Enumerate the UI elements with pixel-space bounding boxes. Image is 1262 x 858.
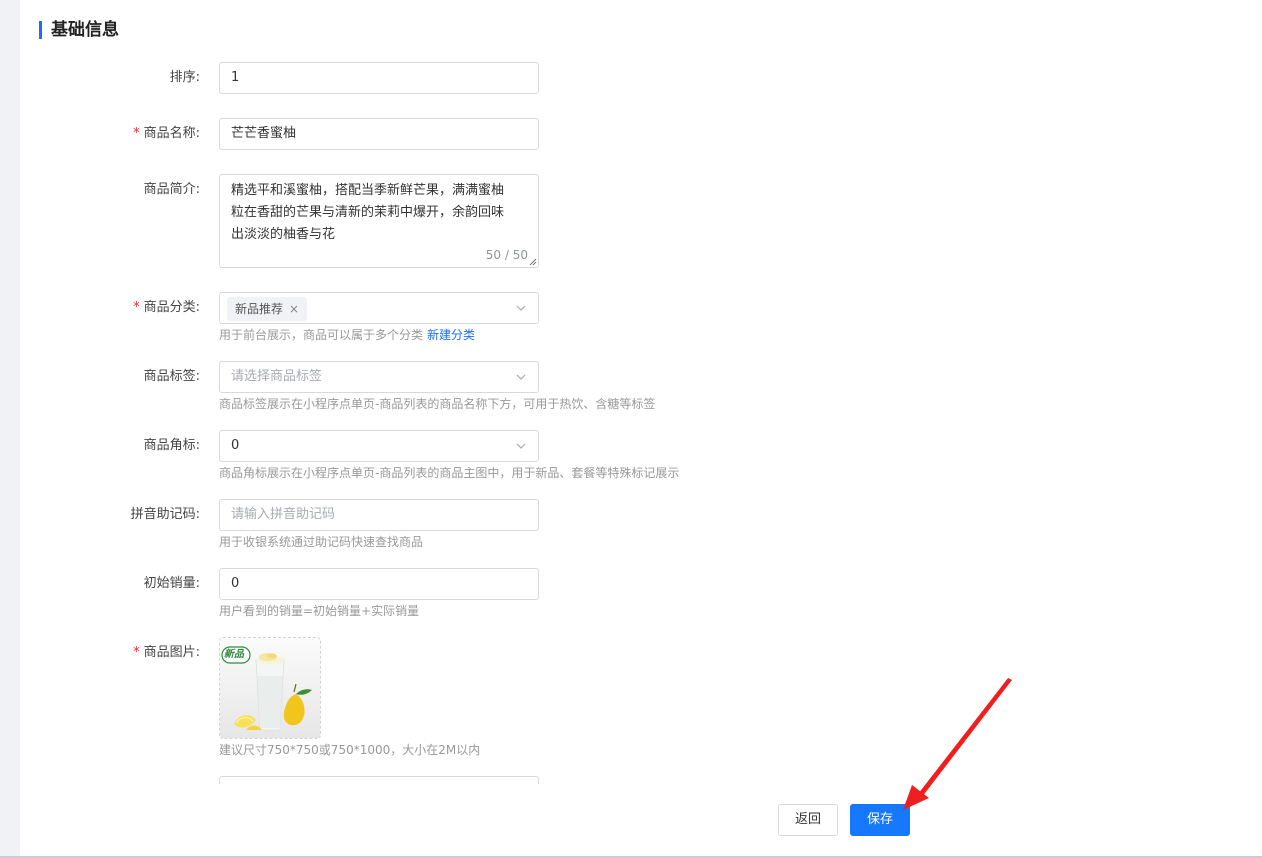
category-tag: 新品推荐 × [227, 297, 308, 321]
section-accent-bar [39, 21, 42, 39]
form-panel [20, 0, 1262, 856]
corner-hint: 商品角标展示在小程序点单页-商品列表的商品主图中，用于新品、套餐等特殊标记展示 [219, 466, 680, 480]
intro-textarea[interactable]: 精选平和溪蜜柚，搭配当季新鲜芒果，满满蜜柚 粒在香甜的芒果与清新的茉莉中爆开，余… [219, 174, 539, 268]
name-label: * 商品名称: [133, 126, 200, 141]
chevron-down-icon [516, 443, 526, 449]
section-title: 基础信息 [51, 20, 119, 40]
category-label: * 商品分类: [133, 300, 200, 315]
image-label: * 商品图片: [133, 645, 200, 660]
initial-sales-hint: 用户看到的销量=初始销量+实际销量 [219, 604, 420, 618]
corner-select[interactable]: 0 [219, 430, 539, 462]
tags-select[interactable]: 请选择商品标签 [219, 361, 539, 393]
image-hint: 建议尺寸750*750或750*1000，大小在2M以内 [219, 743, 481, 757]
tags-label: 商品标签: [143, 369, 200, 384]
pinyin-input[interactable]: 请输入拼音助记码 [219, 499, 539, 531]
category-select[interactable]: 新品推荐 × [219, 292, 539, 324]
name-input[interactable]: 芒芒香蜜柚 [219, 118, 539, 150]
category-hint: 用于前台展示，商品可以属于多个分类 新建分类 [219, 328, 476, 342]
intro-counter: 50 / 50 [485, 248, 528, 262]
chevron-down-icon [516, 374, 526, 380]
save-button[interactable]: 保存 [850, 804, 910, 836]
pinyin-label: 拼音助记码: [130, 507, 200, 522]
new-category-link[interactable]: 新建分类 [427, 328, 475, 342]
chevron-down-icon [516, 305, 526, 311]
corner-label: 商品角标: [143, 438, 200, 453]
tags-hint: 商品标签展示在小程序点单页-商品列表的商品名称下方，可用于热饮、含糖等标签 [219, 397, 656, 411]
next-field-input[interactable] [219, 776, 539, 784]
resize-handle-icon[interactable] [529, 258, 537, 266]
initial-sales-label: 初始销量: [143, 576, 200, 591]
sort-label: 排序: [169, 70, 200, 85]
sort-input[interactable]: 1 [219, 62, 539, 94]
intro-text: 精选平和溪蜜柚，搭配当季新鲜芒果，满满蜜柚 粒在香甜的芒果与清新的茉莉中爆开，余… [231, 183, 505, 242]
back-button[interactable]: 返回 [778, 804, 838, 836]
initial-sales-input[interactable]: 0 [219, 568, 539, 600]
image-upload[interactable]: 新品 [219, 637, 321, 739]
pinyin-hint: 用于收银系统通过助记码快速查找商品 [219, 535, 424, 549]
new-badge: 新品 [224, 649, 244, 660]
intro-label: 商品简介: [143, 182, 200, 197]
close-icon[interactable]: × [289, 302, 299, 316]
